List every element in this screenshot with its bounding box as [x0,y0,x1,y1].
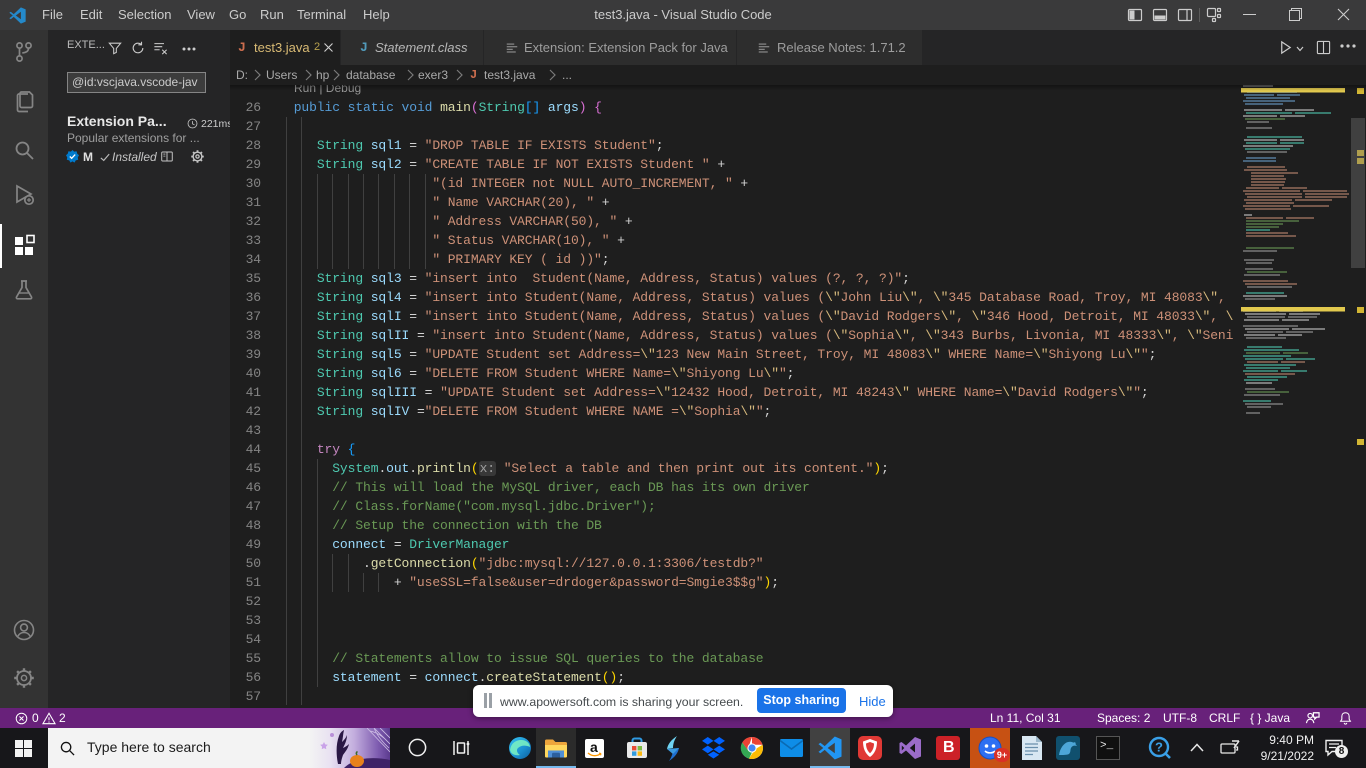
svg-text:?: ? [1155,740,1163,755]
